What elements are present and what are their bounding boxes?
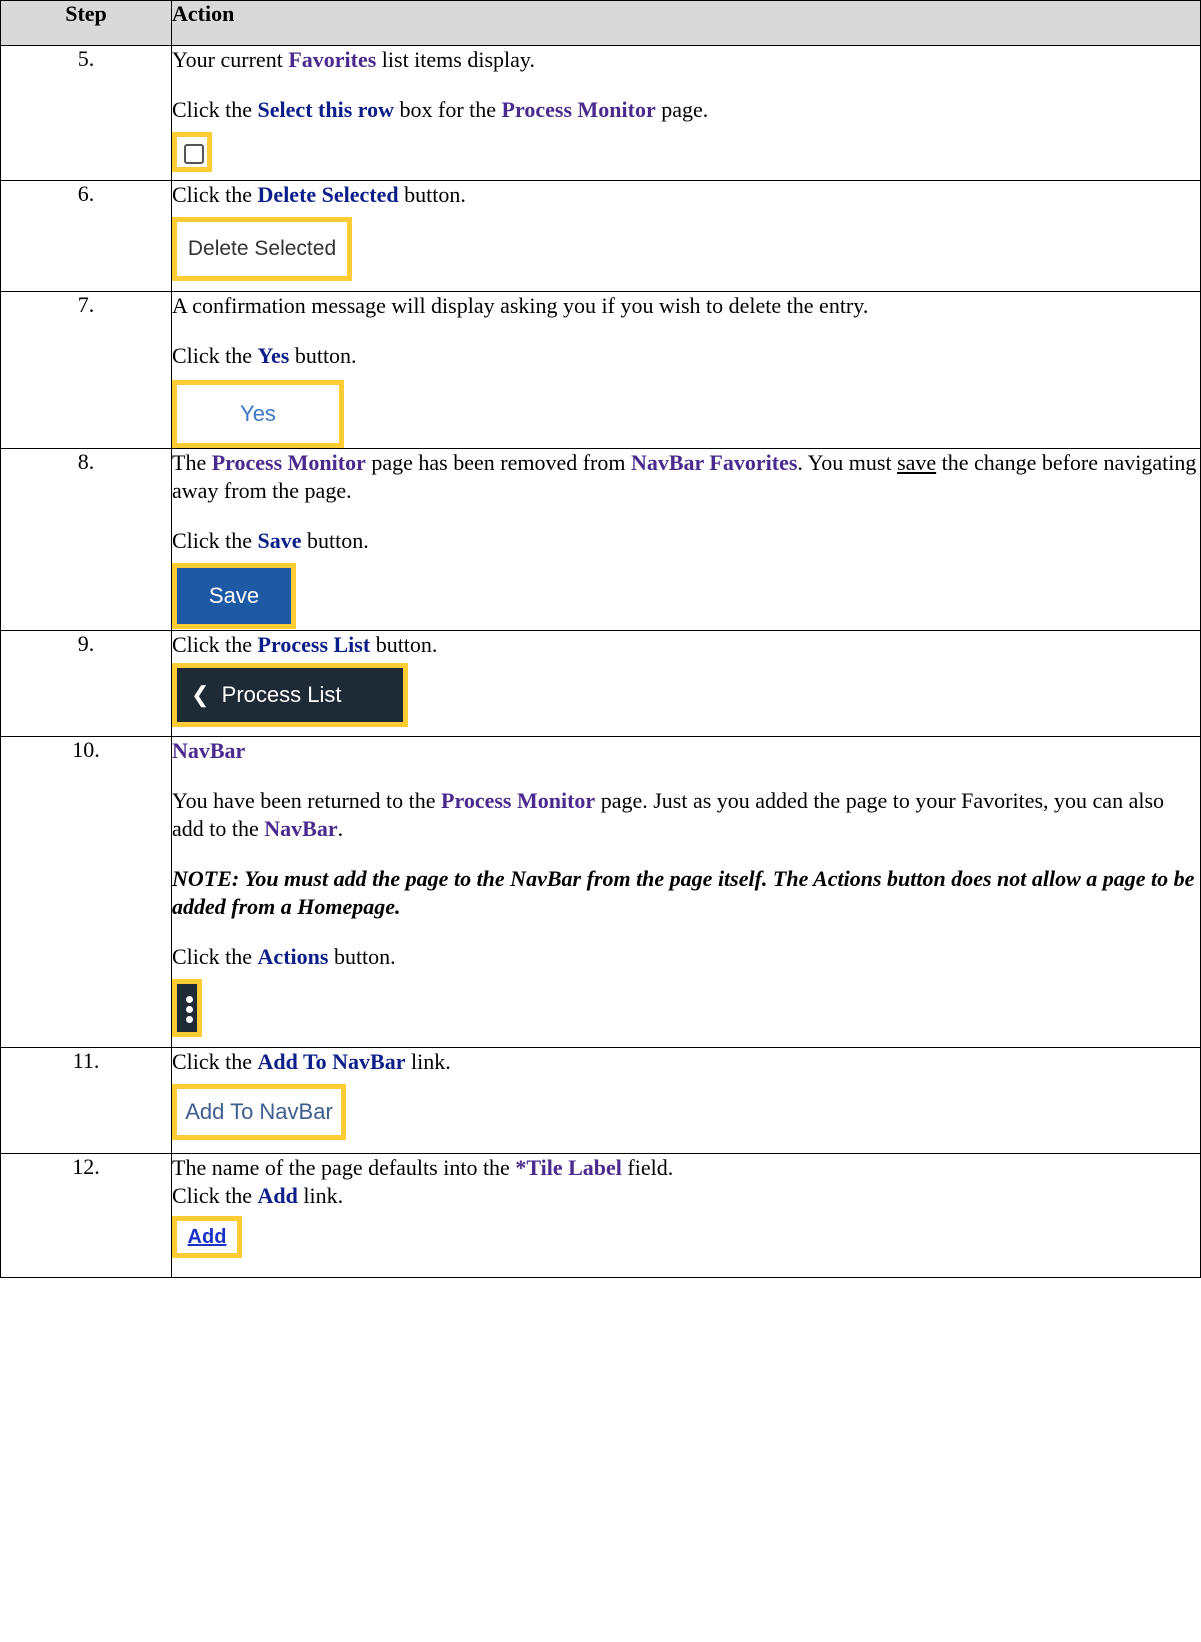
section-heading: NavBar	[172, 738, 246, 763]
instruction-text: Click the Process List button.	[172, 632, 438, 657]
table-row: 7. A confirmation message will display a…	[0, 291, 1201, 449]
step-number: 5.	[0, 45, 172, 181]
instruction-text: Your current Favorites list items displa…	[172, 47, 535, 72]
instruction-text: Click the Delete Selected button.	[172, 182, 466, 207]
kebab-dot-icon	[186, 996, 193, 1003]
step-column-header: Step	[0, 0, 172, 46]
instruction-text: A confirmation message will display aski…	[172, 293, 869, 318]
step-number: 9.	[0, 630, 172, 737]
step-number: 6.	[0, 180, 172, 292]
instruction-text: Click the Yes button.	[172, 343, 357, 368]
save-button[interactable]: Save	[172, 563, 296, 629]
step-action: The Process Monitor page has been remove…	[171, 448, 1201, 631]
step-action: A confirmation message will display aski…	[171, 291, 1201, 449]
delete-selected-button[interactable]: Delete Selected	[172, 217, 352, 281]
step-action: Click the Add To NavBar link. Add To Nav…	[171, 1047, 1201, 1154]
table-row: 12. The name of the page defaults into t…	[0, 1153, 1201, 1278]
instruction-text: The Process Monitor page has been remove…	[172, 450, 1197, 503]
instruction-text: Click the Add To NavBar link.	[172, 1049, 451, 1074]
table-row: 11. Click the Add To NavBar link. Add To…	[0, 1047, 1201, 1154]
step-number: 10.	[0, 736, 172, 1048]
add-link[interactable]: Add	[172, 1216, 242, 1258]
instruction-text: Click the Add link.	[172, 1183, 344, 1208]
step-number: 7.	[0, 291, 172, 449]
instruction-text: Click the Select this row box for the Pr…	[172, 97, 709, 122]
add-to-navbar-link[interactable]: Add To NavBar	[172, 1084, 346, 1140]
table-row: 8. The Process Monitor page has been rem…	[0, 448, 1201, 631]
instruction-text: You have been returned to the Process Mo…	[172, 788, 1165, 841]
action-column-header: Action	[171, 0, 1201, 46]
select-row-checkbox[interactable]	[172, 132, 212, 172]
step-action: NavBar You have been returned to the Pro…	[171, 736, 1201, 1048]
instruction-text: Click the Actions button.	[172, 944, 396, 969]
table-row: 5. Your current Favorites list items dis…	[0, 45, 1201, 181]
kebab-dot-icon	[186, 1006, 193, 1013]
note-text: NOTE: You must add the page to the NavBa…	[172, 866, 1195, 919]
process-list-button[interactable]: ❮ Process List	[172, 663, 408, 727]
table-row: 10. NavBar You have been returned to the…	[0, 736, 1201, 1048]
yes-button[interactable]: Yes	[172, 380, 344, 448]
actions-menu-button[interactable]	[172, 979, 202, 1037]
step-number: 11.	[0, 1047, 172, 1154]
kebab-dot-icon	[186, 1016, 193, 1023]
step-action: Click the Process List button. ❮ Process…	[171, 630, 1201, 737]
chevron-left-icon: ❮	[191, 682, 222, 707]
instruction-text: The name of the page defaults into the *…	[172, 1155, 674, 1180]
instruction-text: Click the Save button.	[172, 528, 369, 553]
step-action: Your current Favorites list items displa…	[171, 45, 1201, 181]
steps-table: Step Action 5. Your current Favorites li…	[0, 0, 1201, 1278]
step-number: 8.	[0, 448, 172, 631]
table-row: 6. Click the Delete Selected button. Del…	[0, 180, 1201, 292]
step-action: Click the Delete Selected button. Delete…	[171, 180, 1201, 292]
step-number: 12.	[0, 1153, 172, 1278]
header-row: Step Action	[0, 0, 1201, 46]
step-action: The name of the page defaults into the *…	[171, 1153, 1201, 1278]
checkbox-icon	[184, 144, 204, 164]
table-row: 9. Click the Process List button. ❮ Proc…	[0, 630, 1201, 737]
